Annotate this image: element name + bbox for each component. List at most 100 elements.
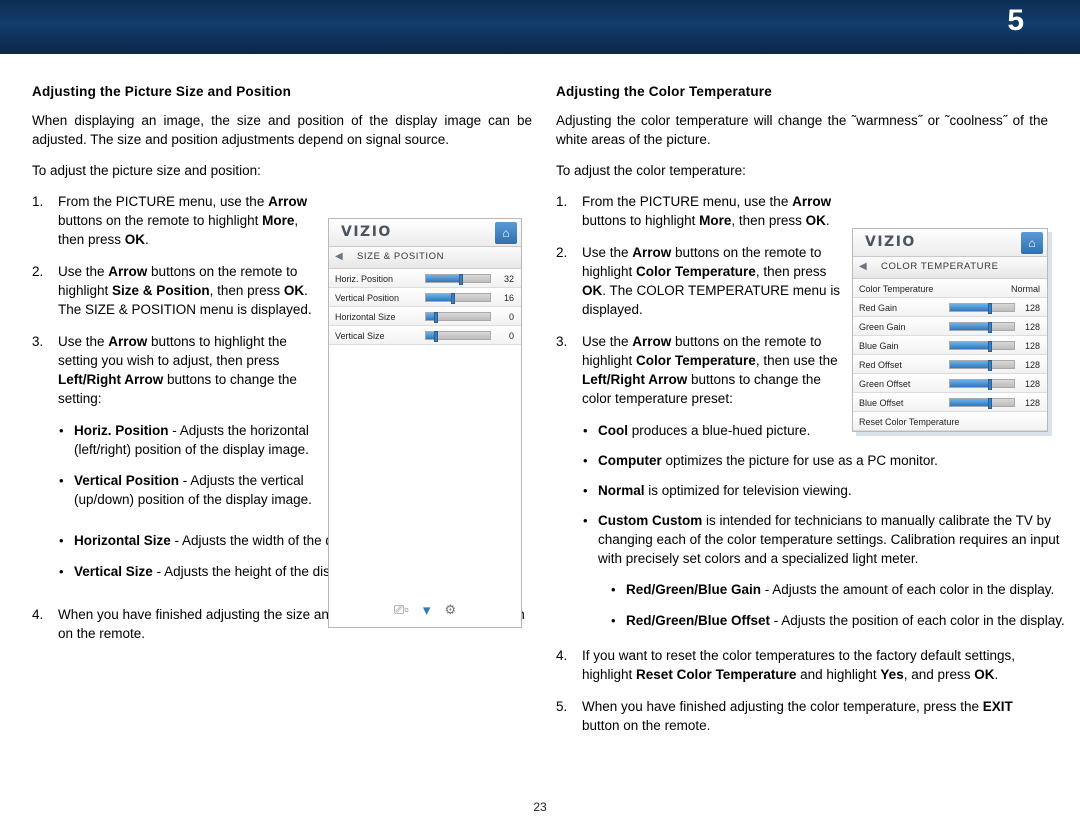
list-item: Normal is optimized for television viewi…: [580, 481, 1072, 500]
osd-setting-label: Vertical Position: [335, 293, 400, 303]
osd-setting-row[interactable]: Color Temperature Normal: [853, 279, 1047, 298]
osd-slider-fill: [950, 361, 990, 368]
osd-setting-row[interactable]: Blue Gain 128: [853, 336, 1047, 355]
step-text: Use the Arrow buttons to highlight the s…: [58, 334, 297, 406]
osd-setting-value: 128: [1024, 379, 1040, 389]
osd-setting-row[interactable]: Horiz. Position 32: [329, 269, 521, 288]
osd-slider-fill: [426, 275, 462, 282]
step-number: 2.: [556, 245, 568, 260]
osd-setting-value: 128: [1024, 398, 1040, 408]
step-number: 5.: [556, 699, 568, 714]
osd-slider-knob[interactable]: [450, 293, 455, 304]
osd-setting-row[interactable]: Vertical Size 0: [329, 326, 521, 345]
osd-row-container: Color Temperature Normal Red Gain 128 Green …: [853, 279, 1047, 431]
osd-slider-knob[interactable]: [987, 360, 992, 371]
left-intro-paragraph-2: To adjust the picture size and position:: [32, 163, 261, 178]
osd-slider-fill: [426, 294, 453, 301]
osd-setting-value: Normal: [1010, 284, 1040, 294]
home-icon[interactable]: ⌂: [1021, 232, 1043, 254]
osd-setting-row[interactable]: Horizontal Size 0: [329, 307, 521, 326]
osd-slider[interactable]: [949, 360, 1015, 371]
osd-slider[interactable]: [949, 322, 1015, 333]
osd-slider-knob[interactable]: [459, 274, 464, 285]
osd-setting-row[interactable]: Reset Color Temperature: [853, 412, 1047, 431]
osd-setting-value: 128: [1024, 303, 1040, 313]
osd-slider[interactable]: [425, 312, 491, 323]
osd-slider-knob[interactable]: [987, 379, 992, 390]
osd-slider-knob[interactable]: [987, 322, 992, 333]
osd-setting-row[interactable]: Red Gain 128: [853, 298, 1047, 317]
left-intro-paragraph-1: When displaying an image, the size and p…: [32, 113, 532, 147]
osd-slider-fill: [950, 304, 990, 311]
step-number: 3.: [556, 334, 568, 349]
chapter-number: 5: [1007, 4, 1024, 37]
screen-icon[interactable]: ⎚▫: [394, 602, 409, 618]
osd-setting-label: Reset Color Temperature: [859, 417, 960, 427]
list-item: 5. When you have finished adjusting the …: [556, 697, 1026, 735]
osd-row-container: Horiz. Position 32 Vertical Position 16 Hori…: [329, 269, 521, 345]
osd-setting-row[interactable]: Blue Offset 128: [853, 393, 1047, 412]
vizio-logo: VIZIO: [341, 224, 392, 240]
osd-setting-value: 128: [1024, 322, 1040, 332]
osd-top-bar: VIZIO ⌂: [329, 219, 521, 247]
osd-slider-knob[interactable]: [434, 331, 439, 342]
osd-setting-label: Red Gain: [859, 303, 898, 313]
osd-slider[interactable]: [949, 398, 1015, 409]
list-item: 4. If you want to reset the color temper…: [556, 646, 1026, 684]
osd-size-position-menu[interactable]: VIZIO ⌂ ◀ SIZE & POSITION Horiz. Positio…: [328, 218, 522, 628]
step-text: Use the Arrow buttons on the remote to h…: [58, 264, 312, 317]
osd-setting-label: Red Offset: [859, 360, 902, 370]
step-text: Use the Arrow buttons on the remote to h…: [582, 245, 841, 317]
step-text: From the PICTURE menu, use the Arrow but…: [582, 194, 832, 228]
osd-slider[interactable]: [425, 293, 491, 304]
list-item: Red/Green/Blue Offset - Adjusts the posi…: [608, 611, 1078, 630]
step-text: Use the Arrow buttons on the remote to h…: [582, 334, 838, 406]
osd-setting-row[interactable]: Vertical Position 16: [329, 288, 521, 307]
list-item: 3. Use the Arrow buttons to highlight th…: [32, 332, 317, 408]
osd-setting-row[interactable]: Red Offset 128: [853, 355, 1047, 374]
page-content: Adjusting the Picture Size and Position …: [0, 54, 1080, 834]
list-item: Custom Custom is intended for technician…: [580, 511, 1072, 568]
page-number: 23: [533, 800, 547, 814]
list-item: 2. Use the Arrow buttons on the remote t…: [556, 243, 846, 319]
osd-slider[interactable]: [949, 341, 1015, 352]
osd-setting-label: Blue Gain: [859, 341, 899, 351]
back-arrow-icon[interactable]: ◀: [335, 251, 343, 262]
osd-slider-knob[interactable]: [987, 303, 992, 314]
list-item: Horiz. Position - Adjusts the horizontal…: [56, 421, 341, 459]
left-step-list: 1. From the PICTURE menu, use the Arrow …: [32, 192, 317, 408]
osd-slider-knob[interactable]: [434, 312, 439, 323]
osd-slider-knob[interactable]: [987, 398, 992, 409]
step-text: From the PICTURE menu, use the Arrow but…: [58, 194, 308, 247]
gear-icon[interactable]: ⚙: [444, 602, 456, 618]
osd-slider[interactable]: [425, 274, 491, 285]
chevron-down-icon[interactable]: ▾: [423, 601, 431, 619]
home-icon[interactable]: ⌂: [495, 222, 517, 244]
osd-slider[interactable]: [949, 379, 1015, 390]
osd-setting-label: Horiz. Position: [335, 274, 394, 284]
right-gain-bullet-list: Red/Green/Blue Gain - Adjusts the amount…: [608, 580, 1078, 630]
osd-slider[interactable]: [949, 303, 1015, 314]
osd-slider-knob[interactable]: [987, 341, 992, 352]
osd-slider[interactable]: [425, 331, 491, 342]
osd-setting-label: Vertical Size: [335, 331, 385, 341]
right-step-list: 1. From the PICTURE menu, use the Arrow …: [556, 192, 846, 408]
right-step-5: 5. When you have finished adjusting the …: [556, 697, 1026, 735]
step-number: 1.: [32, 194, 44, 209]
osd-setting-label: Blue Offset: [859, 398, 904, 408]
osd-footer: ⎚▫ ▾ ⚙: [329, 583, 521, 627]
osd-slider-fill: [950, 323, 990, 330]
right-preset-bullet-list: Cool produces a blue-hued picture. Compu…: [580, 421, 1072, 568]
step-number: 4.: [32, 607, 44, 622]
osd-menu-title-row: ◀ SIZE & POSITION: [329, 247, 521, 269]
list-item: Computer optimizes the picture for use a…: [580, 451, 1072, 470]
osd-setting-label: Color Temperature: [859, 284, 934, 294]
osd-setting-row[interactable]: Green Gain 128: [853, 317, 1047, 336]
step-number: 1.: [556, 194, 568, 209]
osd-setting-label: Green Offset: [859, 379, 911, 389]
right-section-title: Adjusting the Color Temperature: [556, 84, 772, 99]
back-arrow-icon[interactable]: ◀: [859, 261, 867, 272]
osd-setting-row[interactable]: Green Offset 128: [853, 374, 1047, 393]
osd-color-temperature-menu[interactable]: VIZIO ⌂ ◀ COLOR TEMPERATURE Color Temper…: [852, 228, 1048, 432]
list-item: 1. From the PICTURE menu, use the Arrow …: [32, 192, 317, 249]
